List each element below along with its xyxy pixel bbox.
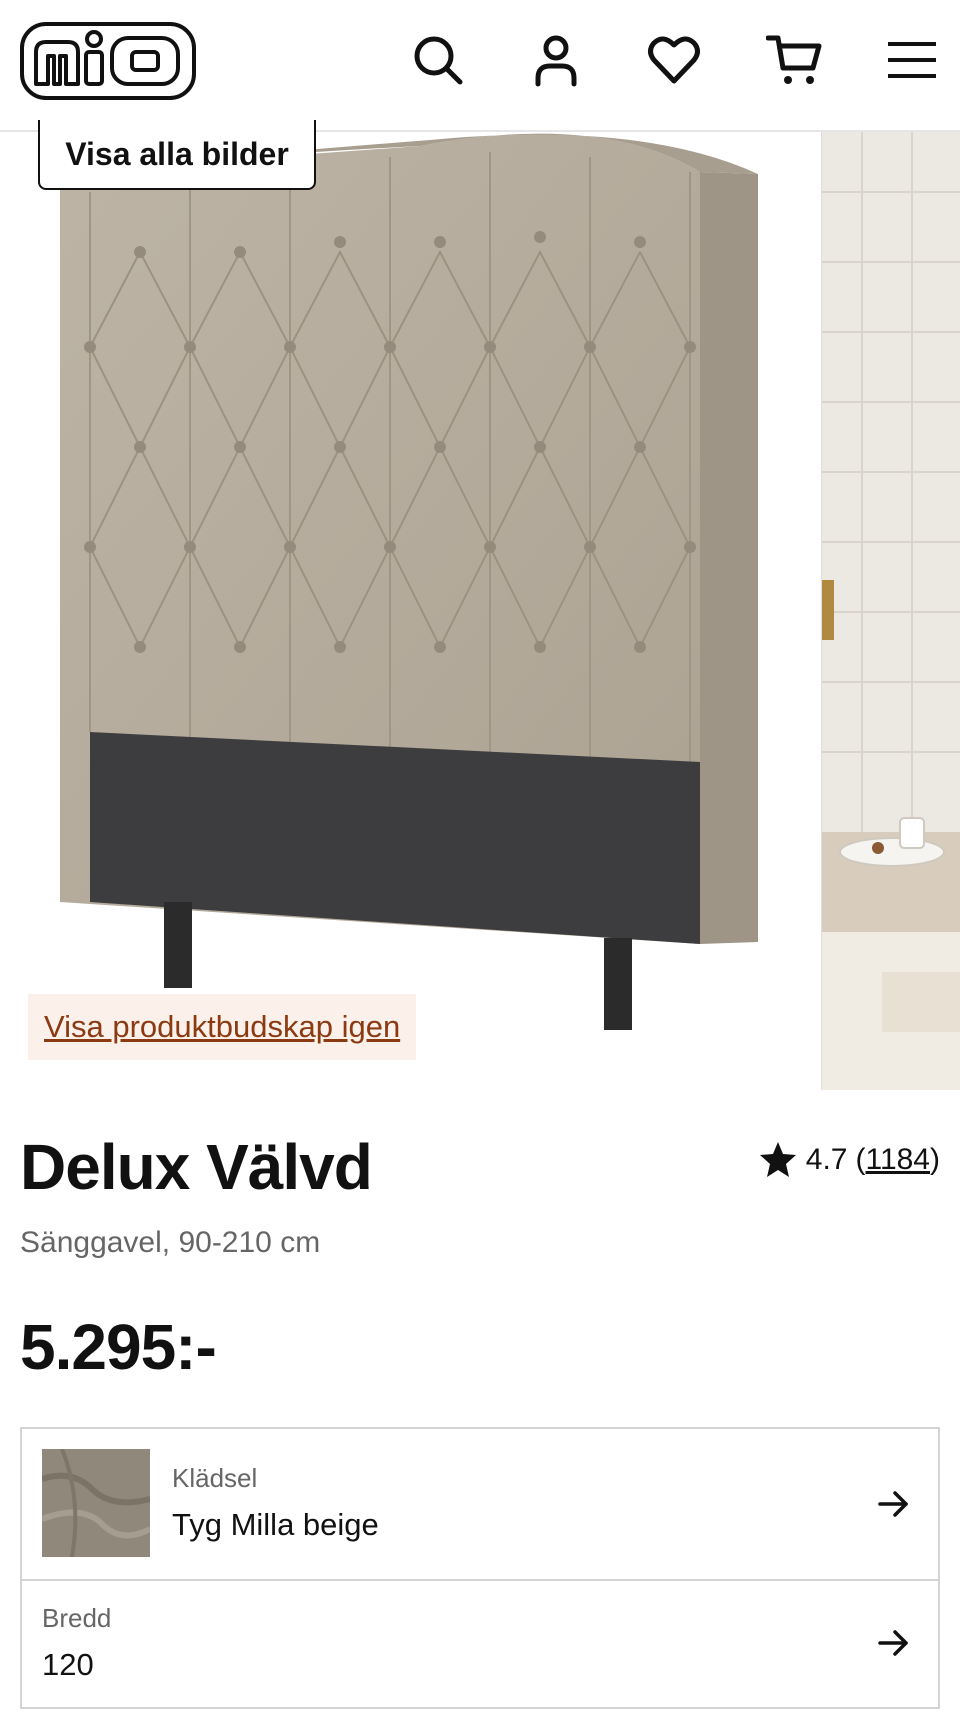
star-icon (759, 1142, 796, 1177)
rating-score: 4.7 (805, 1143, 848, 1176)
wishlist-button[interactable] (642, 28, 706, 92)
product-title: Delux Välvd (20, 1131, 373, 1203)
lifestyle-image[interactable] (821, 132, 960, 1090)
rating-open-paren: ( (855, 1143, 866, 1176)
product-options: Klädsel Tyg Milla beige Bredd 120 (20, 1427, 940, 1709)
fabric-swatch (42, 1449, 150, 1557)
product-price: 5.295:- (20, 1311, 217, 1383)
width-value: 120 (42, 1647, 94, 1682)
product-gallery[interactable] (0, 132, 960, 1090)
search-button[interactable] (406, 28, 470, 92)
product-rating[interactable]: 4.7 ( 1184 ) (758, 1140, 940, 1180)
upholstery-value: Tyg Milla beige (172, 1507, 379, 1542)
user-icon (535, 35, 577, 87)
arrow-right-icon (878, 1630, 908, 1656)
show-all-images-button[interactable]: Visa alla bilder (38, 120, 316, 190)
width-option[interactable]: Bredd 120 (22, 1581, 938, 1707)
show-product-message-link[interactable]: Visa produktbudskap igen (28, 994, 417, 1060)
menu-icon (888, 42, 936, 78)
account-button[interactable] (524, 28, 588, 92)
menu-button[interactable] (880, 28, 944, 92)
site-header (0, 0, 960, 132)
headboard-illustration (60, 133, 758, 1030)
width-label: Bredd (42, 1603, 112, 1633)
rating-close-paren: ) (930, 1143, 940, 1176)
upholstery-label: Klädsel (172, 1463, 258, 1493)
logo-graphic (20, 22, 196, 100)
heart-icon (648, 36, 700, 84)
product-subtitle: Sänggavel, 90-210 cm (20, 1226, 321, 1259)
search-icon (414, 36, 463, 85)
arrow-right-icon (878, 1491, 908, 1517)
review-count-link[interactable]: 1184 (865, 1143, 930, 1177)
fabric-swatch-image (42, 1449, 150, 1557)
lifestyle-illustration (822, 132, 960, 1090)
upholstery-option[interactable]: Klädsel Tyg Milla beige (22, 1429, 938, 1581)
headboard-image[interactable] (0, 132, 820, 1090)
cart-button[interactable] (762, 28, 826, 92)
cart-icon (766, 35, 822, 84)
mio-logo[interactable] (20, 22, 196, 100)
